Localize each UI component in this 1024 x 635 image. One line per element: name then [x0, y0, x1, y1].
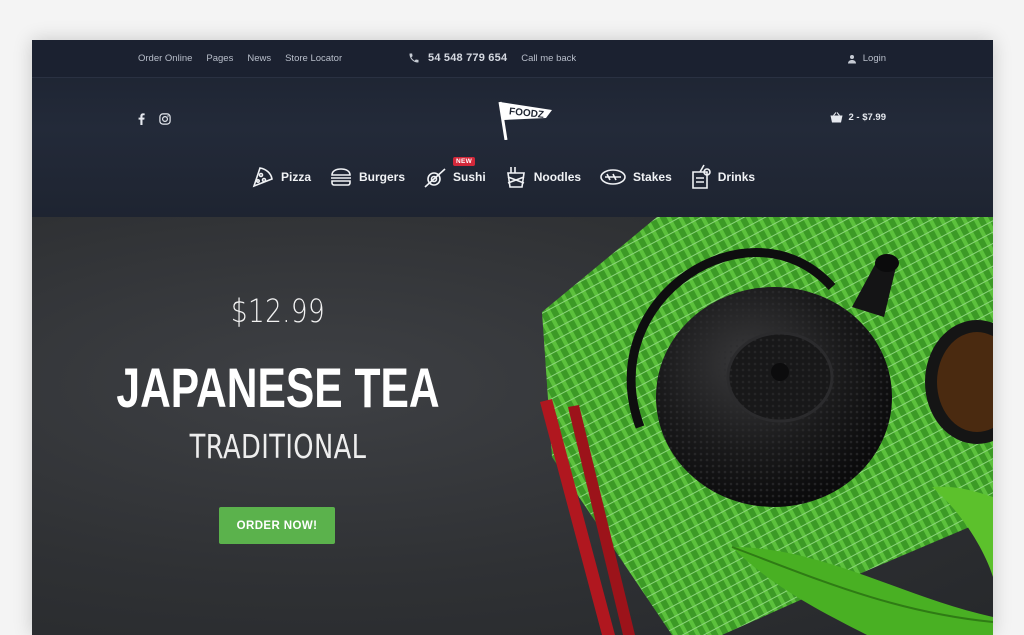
hero-banner: $12.99 JAPANESE TEA TRADITIONAL ORDER NO… [32, 217, 993, 635]
category-pizza[interactable]: Pizza [251, 165, 311, 189]
cart-summary[interactable]: 2 - $7.99 [830, 112, 887, 123]
nav-news[interactable]: News [247, 53, 271, 64]
category-sushi[interactable]: NEW Sushi [423, 157, 486, 189]
phone-icon [409, 53, 419, 63]
teapot-photo [540, 217, 993, 635]
nav-store-locator[interactable]: Store Locator [285, 53, 342, 64]
new-badge: NEW [453, 157, 476, 166]
nav-order-online[interactable]: Order Online [138, 53, 192, 64]
order-now-button[interactable]: ORDER NOW! [219, 507, 335, 544]
sushi-icon [424, 168, 446, 188]
site-header: Order Online Pages News Store Locator 54… [32, 40, 993, 217]
category-label: Burgers [359, 170, 406, 184]
pizza-icon [252, 167, 273, 188]
phone-block: 54 548 779 654 Call me back [408, 52, 576, 64]
nav-pages[interactable]: Pages [206, 53, 233, 64]
category-drinks[interactable]: Drinks [690, 164, 755, 190]
category-label: Drinks [717, 170, 756, 184]
login-label: Login [862, 53, 886, 64]
hero-price: $12.99 [230, 292, 326, 330]
steak-icon [600, 169, 626, 185]
instagram-icon[interactable] [159, 112, 171, 130]
category-stakes[interactable]: Stakes [599, 165, 672, 189]
category-label: Stakes [633, 170, 672, 184]
category-label: Noodles [533, 170, 582, 184]
category-burgers[interactable]: Burgers [329, 165, 405, 189]
category-nav: Pizza Burgers NEW Sushi Noodles Stakes D… [251, 157, 755, 190]
basket-icon [830, 112, 842, 123]
hero-subtitle: TRADITIONAL [189, 427, 367, 466]
login-link[interactable]: Login [847, 53, 886, 64]
logo[interactable]: FOODZ [496, 98, 556, 141]
burger-icon [331, 168, 352, 186]
cart-total: 2 - $7.99 [848, 112, 887, 123]
category-noodles[interactable]: Noodles [504, 165, 581, 189]
top-nav: Order Online Pages News Store Locator [138, 53, 342, 64]
noodles-icon [506, 167, 525, 188]
user-icon [847, 54, 856, 63]
category-label: Pizza [281, 170, 312, 184]
facebook-icon[interactable] [138, 112, 145, 130]
phone-number[interactable]: 54 548 779 654 [428, 52, 507, 64]
top-bar: Order Online Pages News Store Locator 54… [32, 40, 993, 78]
page-frame: Order Online Pages News Store Locator 54… [32, 40, 993, 635]
hero-title: JAPANESE TEA [116, 356, 440, 419]
drinks-icon [691, 164, 711, 189]
category-label: Sushi [453, 170, 486, 184]
call-me-back-link[interactable]: Call me back [521, 53, 576, 64]
social-links [138, 112, 171, 130]
